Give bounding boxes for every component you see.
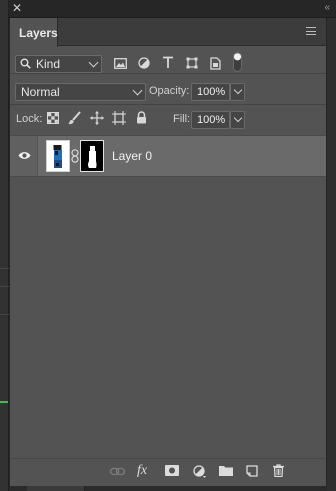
chevron-down-icon — [233, 113, 243, 123]
blend-mode-value: Normal — [21, 85, 60, 99]
type-filter-icon[interactable] — [162, 56, 174, 69]
delete-layer-icon[interactable] — [273, 464, 284, 477]
chain-link-icon[interactable] — [71, 149, 79, 163]
filter-kind-label: Kind — [36, 57, 61, 71]
filter-toggle-icon[interactable] — [233, 52, 242, 72]
collapse-panel-button[interactable]: « — [324, 2, 329, 13]
panel-bottom-edge — [9, 486, 327, 491]
visibility-toggle[interactable] — [10, 136, 38, 176]
layers-footer-toolbar: fx — [10, 458, 326, 484]
fill-value: 100% — [197, 114, 226, 126]
fill-label: Fill: — [173, 113, 191, 125]
window-topbar: ✕ « — [9, 0, 336, 18]
left-edge-strip — [0, 0, 9, 491]
lock-label: Lock: — [16, 113, 43, 125]
edge-divider — [0, 314, 9, 315]
chevron-down-icon — [233, 85, 243, 95]
search-icon — [20, 58, 31, 69]
image-filter-icon[interactable] — [114, 58, 127, 69]
new-group-icon[interactable] — [219, 465, 233, 476]
filter-kind-select[interactable]: Kind — [15, 55, 102, 73]
opacity-label: Opacity: — [149, 85, 190, 97]
new-layer-icon[interactable] — [246, 465, 258, 477]
opacity-value: 100% — [197, 86, 226, 98]
link-layers-icon[interactable] — [110, 467, 125, 476]
adjustment-filter-icon[interactable] — [138, 57, 150, 69]
add-mask-icon[interactable] — [165, 465, 179, 476]
layer-name[interactable]: Layer 0 — [112, 149, 152, 163]
blend-mode-select[interactable]: Normal — [15, 83, 146, 101]
fx-icon[interactable]: fx — [137, 463, 147, 479]
layer-row[interactable]: Layer 0 — [10, 135, 326, 177]
chevron-down-icon — [132, 85, 143, 96]
lock-position-icon[interactable] — [90, 111, 104, 125]
lock-artboard-icon[interactable] — [112, 111, 126, 125]
layer-thumbnail[interactable] — [46, 140, 70, 172]
green-marker — [0, 401, 8, 403]
panel-resize-grip[interactable] — [27, 486, 85, 491]
adjustment-layer-icon[interactable] — [193, 465, 206, 478]
layer-mask-thumbnail[interactable] — [80, 140, 104, 172]
chevron-down-icon — [88, 57, 99, 68]
lock-image-icon[interactable] — [68, 111, 81, 125]
fill-dropdown-button[interactable] — [230, 111, 245, 129]
tab-layers[interactable]: Layers — [10, 18, 58, 47]
close-panel-button[interactable]: ✕ — [12, 2, 22, 15]
edge-divider — [0, 286, 9, 287]
layer-thumbnail-image — [53, 145, 62, 168]
lock-row: Lock: Fill: 100% — [10, 105, 326, 135]
blend-row: Normal Opacity: 100% — [10, 74, 326, 104]
smart-object-filter-icon[interactable] — [210, 57, 221, 70]
eye-icon — [18, 151, 31, 160]
opacity-field[interactable]: 100% — [191, 83, 245, 101]
lock-transparent-icon[interactable] — [47, 112, 59, 124]
layers-panel: Layers Kind Normal Opacity: 100% Lock: F… — [9, 18, 327, 486]
panel-menu-icon[interactable] — [306, 27, 316, 35]
lock-all-icon[interactable] — [136, 111, 147, 124]
shape-filter-icon[interactable] — [186, 57, 198, 69]
edge-divider — [0, 268, 9, 269]
opacity-dropdown-button[interactable] — [230, 83, 245, 101]
panel-tabbar: Layers — [10, 18, 326, 47]
layer-mask-image — [88, 146, 97, 168]
fill-field[interactable]: 100% — [191, 111, 245, 129]
right-edge-strip — [327, 18, 336, 491]
